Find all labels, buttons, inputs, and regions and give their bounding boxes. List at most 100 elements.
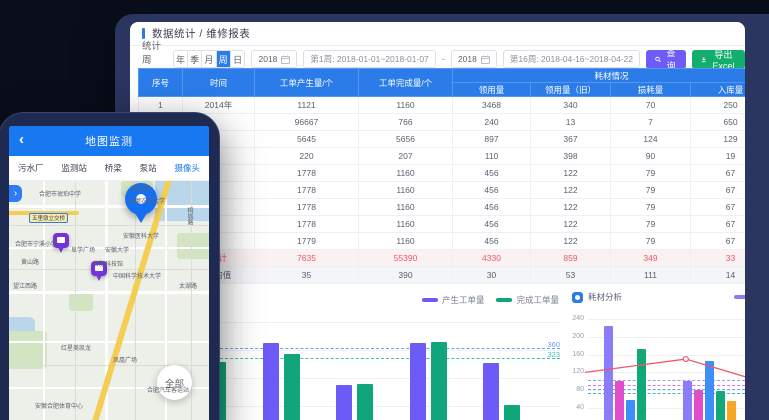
map-label: 合肥市宁溪小学	[15, 239, 57, 248]
week-start-input[interactable]: 第1周: 2018-01-01~2018-01-07	[303, 50, 435, 68]
reference-line-label: 360	[547, 340, 560, 349]
bar-完成工单量	[431, 342, 447, 420]
phone-tab[interactable]: 桥梁	[105, 162, 122, 174]
period-segment-周[interactable]: 周	[217, 51, 231, 67]
phone-tab[interactable]: 摄像头	[175, 162, 201, 174]
report-table-wrap: 序号时间工单产生量/个工单完成量/个耗材情况领用量领用量（旧）损耗量入库量120…	[138, 68, 745, 284]
phone-tab[interactable]: 泵站	[140, 162, 157, 174]
period-segment-季[interactable]: 季	[188, 51, 202, 67]
year-end-select[interactable]: 2018	[451, 50, 497, 68]
map-label: 合肥汽车客运站	[147, 385, 189, 394]
table-cell: 67	[691, 199, 746, 216]
table-cell: 2014年	[183, 97, 255, 114]
table-cell: 7	[611, 114, 691, 131]
period-segment-年[interactable]: 年	[174, 51, 188, 67]
table-row[interactable]: 356455656897367124129	[139, 131, 746, 148]
column-header: 工单产生量/个	[255, 69, 359, 97]
table-cell: 33	[691, 250, 746, 267]
page: 数据统计 / 维修报表 统计周期： 年季月周日 2018 第1周: 2018-0…	[0, 0, 769, 420]
map-label: 安徽医科大学	[123, 231, 159, 240]
table-cell: 456	[453, 165, 531, 182]
table-header-row: 序号时间工单产生量/个工单完成量/个耗材情况	[139, 69, 746, 83]
table-total-row[interactable]: 合计763555390433085934933	[139, 250, 746, 267]
map-label: 体育场	[131, 184, 149, 193]
table-cell: 766	[359, 114, 453, 131]
table-cell: 456	[453, 233, 531, 250]
table-cell: 390	[359, 267, 453, 284]
gridline	[588, 319, 745, 320]
table-cell: 340	[531, 97, 611, 114]
table-row[interactable]: 7177811604561227967	[139, 199, 746, 216]
table-cell: 650	[691, 114, 746, 131]
search-icon	[655, 55, 661, 64]
table-cell: 1778	[255, 199, 359, 216]
week-start-value: 第1周: 2018-01-01~2018-01-07	[310, 53, 428, 65]
bar-完成工单量	[504, 405, 520, 420]
week-end-input[interactable]: 第16周: 2018-04-16~2018-04-22	[503, 50, 640, 68]
table-row[interactable]: 9177911604561227967	[139, 233, 746, 250]
table-cell: 122	[531, 199, 611, 216]
phone-tab[interactable]: 污水厂	[18, 162, 44, 174]
year-start-select[interactable]: 2018	[251, 50, 297, 68]
consumable-plot: 2402001601208040	[570, 286, 745, 420]
export-excel-button[interactable]: 导出Excel	[692, 50, 745, 69]
table-row[interactable]: 5177811604561227967	[139, 165, 746, 182]
legend-swatch	[422, 298, 438, 302]
back-icon[interactable]: ‹	[19, 132, 24, 148]
table-row[interactable]: 8177811604561227967	[139, 216, 746, 233]
download-icon	[701, 55, 707, 64]
table-row[interactable]: 296667766240137650	[139, 114, 746, 131]
map-view[interactable]: › 全部 合肥市琥珀中学体育场安徽农业大学桐城路五里墩立交桥安徽医科大学合肥市宁…	[9, 181, 209, 420]
table-cell: 122	[531, 216, 611, 233]
bar	[615, 381, 624, 420]
column-header: 工单完成量/个	[359, 69, 453, 97]
table-cell: 456	[453, 182, 531, 199]
phone-page-title: 地图监测	[85, 133, 133, 149]
table-cell: 122	[531, 182, 611, 199]
expander-chevron-icon[interactable]: ›	[9, 185, 22, 202]
map-label: 中国科学技术大学	[113, 271, 161, 280]
table-row[interactable]: 42202071103989019	[139, 148, 746, 165]
phone-tab-bar: 污水厂 监测站 桥梁 泵站 摄像头	[9, 156, 209, 181]
table-cell: 4330	[453, 250, 531, 267]
period-segment-日[interactable]: 日	[231, 51, 245, 67]
legend-item: 产生工单量	[422, 294, 485, 306]
consumable-chart: 耗材分析 2402001601208040	[570, 286, 745, 420]
calendar-icon	[281, 55, 290, 64]
map-label: 桐城路	[185, 207, 194, 225]
show-all-button[interactable]: 全部	[157, 365, 192, 400]
year-end-value: 2018	[458, 54, 477, 64]
period-segmented-control: 年季月周日	[173, 50, 246, 68]
table-cell: 1778	[255, 182, 359, 199]
phone-tab[interactable]: 监测站	[61, 162, 87, 174]
map-label: 凤凰广场	[113, 355, 137, 364]
bar-完成工单量	[357, 384, 373, 420]
sub-column-header: 损耗量	[611, 83, 691, 97]
table-cell: 5656	[359, 131, 453, 148]
table-average-row[interactable]: 平均值35390305311114	[139, 267, 746, 284]
table-cell: 1779	[255, 233, 359, 250]
map-label: 阜学广场	[71, 245, 95, 254]
phone-screen: ‹ 地图监测 污水厂 监测站 桥梁 泵站 摄像头	[9, 126, 209, 420]
table-cell: 367	[531, 131, 611, 148]
bar	[637, 349, 646, 420]
table-cell: 79	[611, 165, 691, 182]
bar	[705, 361, 714, 420]
period-segment-月[interactable]: 月	[202, 51, 216, 67]
reference-line-label: 323	[547, 350, 560, 359]
table-cell: 122	[531, 165, 611, 182]
table-cell: 1160	[359, 199, 453, 216]
table-cell: 398	[531, 148, 611, 165]
query-button[interactable]: 查询	[646, 50, 686, 69]
table-cell: 35	[255, 267, 359, 284]
column-header: 序号	[139, 69, 183, 97]
phone-mockup: ‹ 地图监测 污水厂 监测站 桥梁 泵站 摄像头	[0, 112, 220, 420]
table-row[interactable]: 6177811604561227967	[139, 182, 746, 199]
table-cell: 122	[531, 233, 611, 250]
y-axis-tick: 200	[570, 333, 584, 340]
table-row[interactable]: 12014年11211160346834070250	[139, 97, 746, 114]
report-table: 序号时间工单产生量/个工单完成量/个耗材情况领用量领用量（旧）损耗量入库量120…	[138, 68, 745, 284]
table-cell: 1160	[359, 216, 453, 233]
table-cell: 1778	[255, 216, 359, 233]
table-cell: 67	[691, 182, 746, 199]
